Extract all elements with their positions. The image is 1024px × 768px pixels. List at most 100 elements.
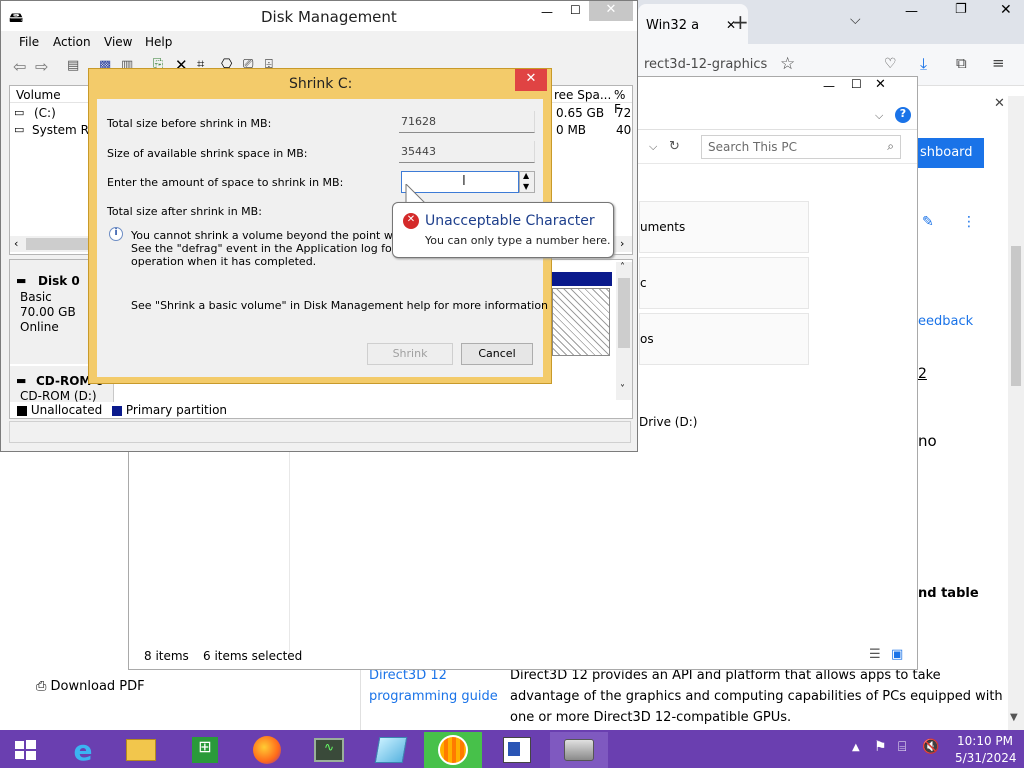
dashboard-button[interactable]: shboard <box>918 138 984 168</box>
back-icon[interactable]: ⇦ <box>13 57 26 76</box>
vertical-scrollbar[interactable]: ˄ ˅ <box>616 262 632 400</box>
legend-primary: Primary partition <box>125 403 228 417</box>
folder-item[interactable]: os <box>639 313 809 365</box>
scroll-up-icon[interactable]: ˄ <box>620 262 625 273</box>
table-desc-line: one or more Direct3D 12-compatible GPUs. <box>510 710 792 725</box>
edit-icon[interactable]: ✎ <box>922 214 934 230</box>
extensions-icon[interactable]: ⧉ <box>956 54 967 72</box>
download-icon[interactable]: ⤓ <box>920 54 927 74</box>
search-placeholder: Search This PC <box>708 140 797 154</box>
folder-item[interactable]: c <box>639 257 809 309</box>
close-icon[interactable]: ✕ <box>994 96 1005 111</box>
label-available-space: Size of available shrink space in MB: <box>107 147 308 160</box>
forward-icon[interactable]: ⇨ <box>35 57 48 76</box>
label-total-size: Total size before shrink in MB: <box>107 117 272 130</box>
explorer-maximize-icon[interactable]: ☐ <box>851 77 862 91</box>
table-link-line2[interactable]: programming guide <box>369 689 498 704</box>
network-icon[interactable]: ⌸ <box>898 739 906 755</box>
scroll-down-icon[interactable]: ˅ <box>620 384 625 395</box>
large-icons-view-icon[interactable]: ▣ <box>891 647 903 662</box>
maximize-icon[interactable]: ☐ <box>570 3 581 17</box>
partition-block[interactable] <box>552 288 610 356</box>
menu-icon[interactable]: ≡ <box>992 54 1005 72</box>
taskbar-firefox-button[interactable] <box>242 732 292 768</box>
available-space-value: 35443 <box>401 145 436 158</box>
app-icon <box>374 737 408 763</box>
scroll-thumb[interactable] <box>26 238 96 250</box>
window-close-icon[interactable]: ✕ <box>1000 2 1012 18</box>
ribbon-expand-icon[interactable]: ⌵ <box>875 109 883 123</box>
scroll-thumb[interactable] <box>618 278 630 348</box>
scroll-down-icon[interactable]: ▼ <box>1010 712 1018 723</box>
help-icon[interactable]: ? <box>895 107 911 123</box>
taskbar-app-button[interactable] <box>366 732 416 768</box>
spin-down-icon[interactable]: ▼ <box>523 182 529 191</box>
feedback-link[interactable]: eedback <box>918 314 973 329</box>
free-space: 0 MB <box>556 123 587 137</box>
scroll-right-icon[interactable]: › <box>620 237 624 250</box>
tab-list-icon[interactable]: ⌵ <box>850 12 861 28</box>
taskbar-ie-button[interactable]: e <box>58 732 108 768</box>
table-link-line1[interactable]: Direct3D 12 <box>369 668 447 683</box>
explorer-minimize-icon[interactable]: — <box>823 79 835 93</box>
flag-icon[interactable]: ⚑ <box>874 739 887 755</box>
scroll-left-icon[interactable]: ‹ <box>14 237 18 250</box>
search-input[interactable]: Search This PC ⌕ <box>701 135 901 159</box>
taskbar-taskmgr-button[interactable]: ∿ <box>304 732 354 768</box>
start-button[interactable] <box>0 732 50 768</box>
menu-action[interactable]: Action <box>53 35 91 49</box>
page-scrollbar[interactable] <box>1008 96 1024 730</box>
volume-name: (C:) <box>34 106 56 120</box>
clock-time[interactable]: 10:10 PM <box>957 734 1013 748</box>
cancel-button[interactable]: Cancel <box>461 343 533 365</box>
label-size-after: Total size after shrink in MB: <box>107 205 262 218</box>
partition-header-bar <box>552 272 612 286</box>
show-hide-tree-icon[interactable]: ▤ <box>67 58 79 73</box>
download-pdf-link[interactable]: ⎙ Download PDF <box>36 679 145 694</box>
show-hidden-icons-icon[interactable]: ▲ <box>852 742 860 753</box>
folder-item[interactable]: uments <box>639 201 809 253</box>
legend-swatch-unallocated <box>17 405 27 416</box>
pocket-icon[interactable]: ♡ <box>884 56 897 72</box>
menu-view[interactable]: View <box>104 35 132 49</box>
total-size-value: 71628 <box>401 115 436 128</box>
close-button[interactable]: ✕ <box>589 1 633 21</box>
taskbar-diskmgmt-button[interactable] <box>488 732 546 768</box>
disk-management-titlebar: 🖴 Disk Management — ☐ ✕ <box>1 1 637 31</box>
clock-date[interactable]: 5/31/2024 <box>955 751 1017 765</box>
spin-up-icon[interactable]: ▲ <box>523 171 529 180</box>
dialog-close-button[interactable]: ✕ <box>515 69 547 91</box>
shrink-button[interactable]: Shrink <box>367 343 453 365</box>
details-view-icon[interactable]: ☰ <box>869 647 881 662</box>
star-icon[interactable]: ☆ <box>780 54 795 74</box>
page-digit: 2 <box>918 366 927 382</box>
new-tab-icon[interactable]: + <box>732 10 749 34</box>
taskbar-explorer-button[interactable] <box>116 732 166 768</box>
restore-icon[interactable]: ❐ <box>955 2 967 17</box>
refresh-icon[interactable]: ↻ <box>669 139 680 154</box>
address-dropdown-icon[interactable]: ⌵ <box>649 140 657 154</box>
drive-item[interactable]: Drive (D:) <box>639 415 697 429</box>
taskbar-store-button[interactable]: ⊞ <box>180 732 230 768</box>
disk0-size: 70.00 GB <box>20 305 76 319</box>
taskbar-active-button[interactable] <box>424 732 482 768</box>
table-desc-line: advantage of the graphics and computing … <box>510 689 1003 704</box>
minimize-icon[interactable]: — <box>905 4 918 19</box>
column-free-space[interactable]: ree Spa... <box>554 88 611 102</box>
help-text: See "Shrink a basic volume" in Disk Mana… <box>131 299 549 312</box>
menu-file[interactable]: File <box>19 35 39 49</box>
window-title: Disk Management <box>261 8 397 26</box>
status-item-count: 8 items <box>144 649 189 663</box>
status-selected: 6 items selected <box>203 649 303 663</box>
minimize-icon[interactable]: — <box>541 5 553 19</box>
more-icon[interactable]: ⋮ <box>962 214 976 230</box>
column-volume[interactable]: Volume <box>16 88 61 102</box>
info-line: You cannot shrink a volume beyond the po… <box>131 229 435 242</box>
url-text[interactable]: rect3d-12-graphics <box>644 57 767 72</box>
taskbar-diskmgmt2-button[interactable] <box>550 732 608 768</box>
menu-help[interactable]: Help <box>145 35 172 49</box>
explorer-close-icon[interactable]: ✕ <box>875 77 886 92</box>
volume-muted-icon[interactable]: 🔇 <box>922 739 939 755</box>
spinner-buttons[interactable]: ▲ ▼ <box>519 171 535 193</box>
error-icon: ✕ <box>403 213 419 229</box>
